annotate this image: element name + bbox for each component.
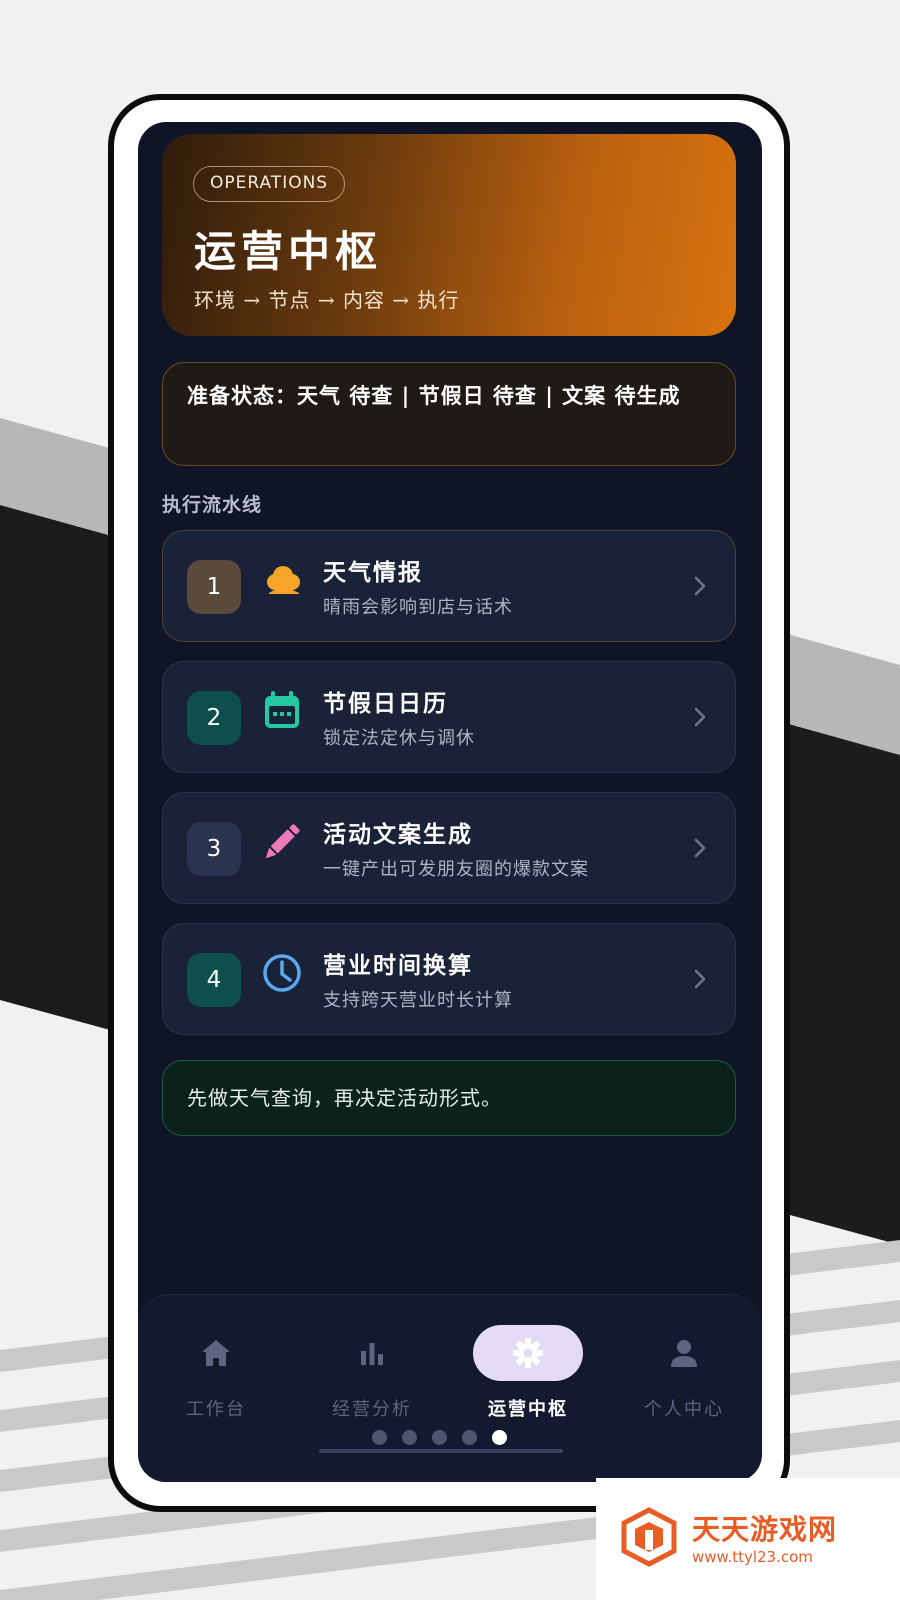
nav-icon-container [317, 1325, 427, 1381]
item-title: 节假日日历 [323, 690, 448, 717]
item-title: 营业时间换算 [323, 952, 473, 979]
bar-chart-icon [361, 1343, 383, 1365]
nav-label: 工作台 [186, 1399, 246, 1420]
nav-item-operations[interactable]: 运营中枢 [450, 1295, 606, 1435]
pipeline-item-weather[interactable]: 1 天气情报 晴雨会影响到店与话术 [162, 530, 736, 642]
step-number: 4 [187, 953, 241, 1007]
home-icon [202, 1340, 230, 1366]
chevron-right-icon [694, 969, 706, 989]
pager-dot-active[interactable] [492, 1430, 507, 1445]
item-description: 晴雨会影响到店与话术 [323, 597, 513, 618]
item-description: 一键产出可发朋友圈的爆款文案 [323, 859, 589, 880]
nav-icon-container-active [473, 1325, 583, 1381]
item-description: 锁定法定休与调休 [323, 728, 475, 749]
chevron-right-icon [694, 707, 706, 727]
pipeline-item-copywriting[interactable]: 3 活动文案生成 一键产出可发朋友圈的爆款文案 [162, 792, 736, 904]
pencil-icon [265, 824, 300, 859]
readiness-status: 准备状态：天气 待查 | 节假日 待查 | 文案 待生成 [162, 362, 736, 466]
step-number: 3 [187, 822, 241, 876]
nav-label: 经营分析 [332, 1399, 412, 1420]
bottom-nav: 工作台 经营分析 运营中枢 个人中心 [138, 1294, 762, 1482]
nav-label: 运营中枢 [488, 1399, 568, 1420]
cloud-icon [267, 566, 300, 594]
page-title: 运营中枢 [194, 227, 383, 276]
item-title: 活动文案生成 [323, 821, 473, 848]
app-screen: OPERATIONS 运营中枢 环境 → 节点 → 内容 → 执行 准备状态：天… [138, 122, 762, 1482]
nav-item-profile[interactable]: 个人中心 [606, 1295, 762, 1435]
person-icon [671, 1340, 697, 1367]
pager-dot[interactable] [372, 1430, 387, 1445]
gear-icon [513, 1338, 543, 1368]
watermark: 天天游戏网 www.ttyl23.com [596, 1478, 900, 1600]
nav-item-workbench[interactable]: 工作台 [138, 1295, 294, 1435]
nav-item-analytics[interactable]: 经营分析 [294, 1295, 450, 1435]
item-description: 支持跨天营业时长计算 [323, 990, 513, 1011]
watermark-url: www.ttyl23.com [692, 1548, 813, 1566]
nav-icon-container [161, 1325, 271, 1381]
clock-icon [263, 954, 301, 992]
chevron-right-icon [694, 838, 706, 858]
step-number: 1 [187, 560, 241, 614]
hero-subtitle: 环境 → 节点 → 内容 → 执行 [194, 288, 460, 312]
section-label: 执行流水线 [162, 494, 263, 516]
pipeline-item-business-hours[interactable]: 4 营业时间换算 支持跨天营业时长计算 [162, 923, 736, 1035]
hero-tag: OPERATIONS [193, 166, 346, 202]
calendar-icon [265, 691, 299, 728]
item-title: 天气情报 [323, 559, 423, 586]
pager-dot[interactable] [432, 1430, 447, 1445]
watermark-name: 天天游戏网 [692, 1513, 838, 1546]
pipeline-item-holiday-calendar[interactable]: 2 节假日日历 锁定法定休与调休 [162, 661, 736, 773]
nav-label: 个人中心 [644, 1399, 724, 1420]
step-number: 2 [187, 691, 241, 745]
nav-icon-container [629, 1325, 739, 1381]
watermark-logo-icon [621, 1507, 677, 1567]
chevron-right-icon [694, 576, 706, 596]
pager-dot[interactable] [462, 1430, 477, 1445]
pager-dot[interactable] [402, 1430, 417, 1445]
hero-banner: OPERATIONS 运营中枢 环境 → 节点 → 内容 → 执行 [162, 134, 736, 336]
tip-banner: 先做天气查询，再决定活动形式。 [162, 1060, 736, 1136]
home-indicator [319, 1449, 563, 1453]
